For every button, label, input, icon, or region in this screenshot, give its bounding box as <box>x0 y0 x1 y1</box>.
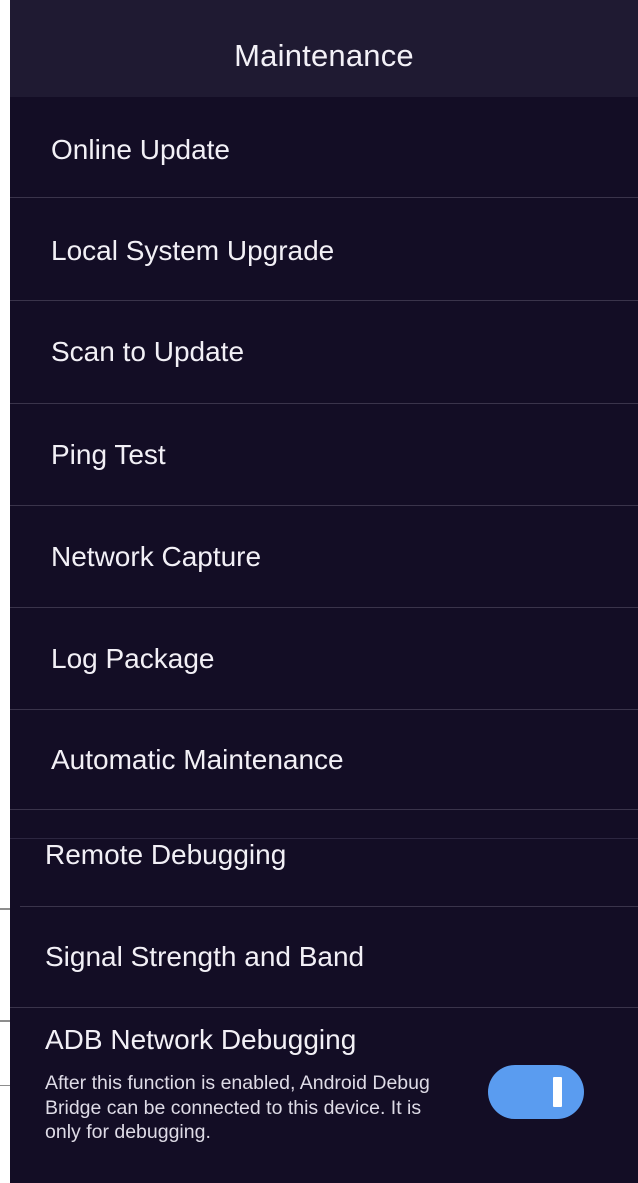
menu-item-ping-test[interactable]: Ping Test <box>10 404 638 505</box>
menu-item-log-package[interactable]: Log Package <box>10 608 638 709</box>
menu-item-signal-strength-and-band[interactable]: Signal Strength and Band <box>10 907 638 1007</box>
menu-item-online-update[interactable]: Online Update <box>10 97 638 198</box>
page-title: Maintenance <box>234 37 414 73</box>
adb-network-debugging-item: ADB Network Debugging After this functio… <box>10 1008 638 1183</box>
adb-title: ADB Network Debugging <box>45 1024 357 1055</box>
menu-item-label: Automatic Maintenance <box>51 743 344 775</box>
adb-description: After this function is enabled, Android … <box>45 1072 430 1143</box>
menu-item-label: Scan to Update <box>51 336 245 367</box>
menu-item-label: Ping Test <box>51 438 166 470</box>
menu-item-label: Signal Strength and Band <box>45 941 365 972</box>
menu-item-network-capture[interactable]: Network Capture <box>10 506 638 607</box>
edge-mark <box>0 908 10 910</box>
divider <box>10 838 638 839</box>
menu-item-local-system-upgrade[interactable]: Local System Upgrade <box>10 198 638 300</box>
menu-item-automatic-maintenance[interactable]: Automatic Maintenance <box>10 710 638 809</box>
app-header: Maintenance <box>10 0 638 97</box>
menu-item-label: Log Package <box>51 642 215 674</box>
adb-toggle-switch[interactable] <box>488 1065 584 1119</box>
edge-mark <box>0 1085 10 1086</box>
menu-item-label: Online Update <box>51 133 231 165</box>
toggle-knob <box>553 1077 562 1107</box>
menu-item-scan-to-update[interactable]: Scan to Update <box>10 301 638 403</box>
maintenance-screen: Maintenance Online Update Local System U… <box>10 0 638 1183</box>
menu-item-label: Local System Upgrade <box>51 235 335 266</box>
edge-mark <box>0 1020 10 1022</box>
menu-item-label: Network Capture <box>51 540 262 572</box>
menu-item-remote-debugging[interactable]: Remote Debugging <box>10 810 638 906</box>
menu-item-label: Remote Debugging <box>45 839 287 870</box>
